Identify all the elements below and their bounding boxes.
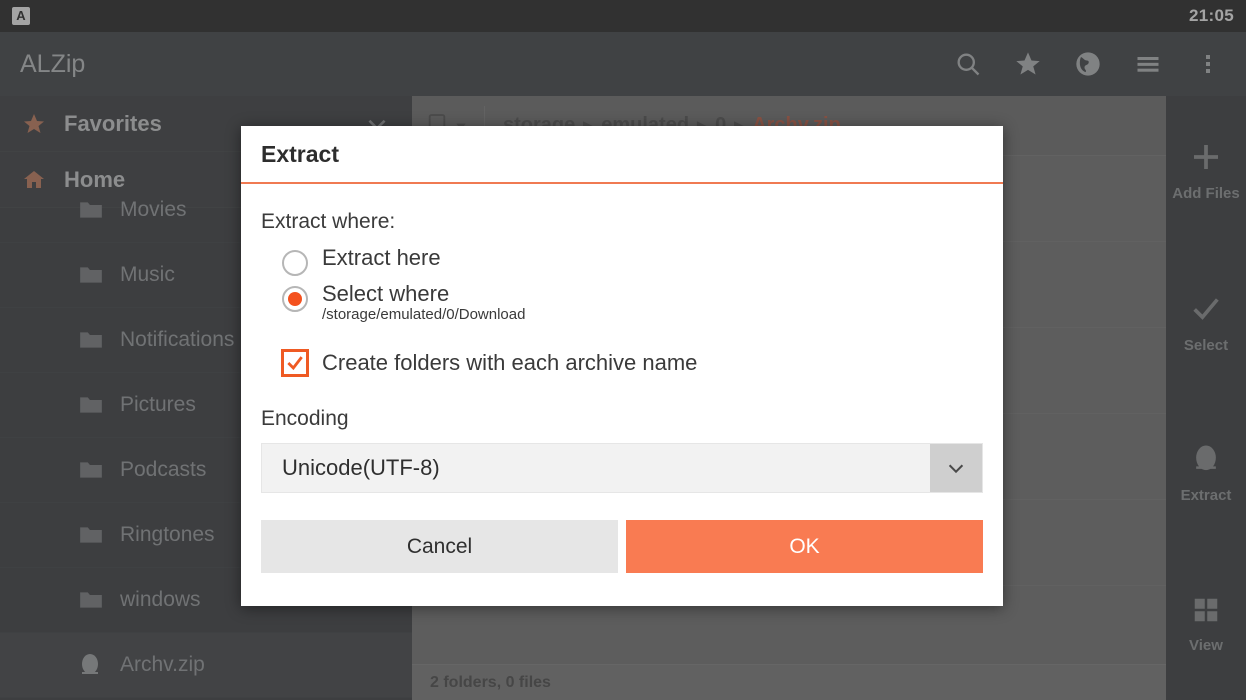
ok-button[interactable]: OK <box>626 520 983 574</box>
cancel-button[interactable]: Cancel <box>261 520 618 574</box>
extract-where-label: Extract where: <box>261 210 396 233</box>
radio-option-select-where[interactable]: Select where /storage/emulated/0/Downloa… <box>261 282 983 323</box>
app-root: A 21:05 ALZip <box>0 0 1246 700</box>
encoding-select[interactable]: Unicode(UTF-8) <box>261 443 983 494</box>
radio-icon-selected[interactable] <box>282 286 308 312</box>
checkbox-icon-checked[interactable] <box>281 349 309 378</box>
dialog-title: Extract <box>241 126 1003 184</box>
dialog-body: Extract where: Extract here Select where… <box>241 184 1003 574</box>
encoding-select-value: Unicode(UTF-8) <box>282 455 440 481</box>
radio-option-select-where-label: Select where <box>322 281 450 306</box>
selected-destination-path: /storage/emulated/0/Download <box>322 306 526 324</box>
extract-dialog: Extract Extract where: Extract here Sele… <box>241 126 1003 606</box>
create-folders-checkbox-label: Create folders with each archive name <box>322 350 698 376</box>
radio-option-extract-here[interactable]: Extract here <box>261 246 983 276</box>
radio-icon[interactable] <box>282 250 308 276</box>
encoding-label: Encoding <box>261 407 349 431</box>
chevron-down-icon[interactable] <box>930 444 982 493</box>
create-folders-checkbox-row[interactable]: Create folders with each archive name <box>261 349 983 378</box>
dialog-buttons: Cancel OK <box>261 520 983 574</box>
radio-option-extract-here-label: Extract here <box>322 245 441 270</box>
